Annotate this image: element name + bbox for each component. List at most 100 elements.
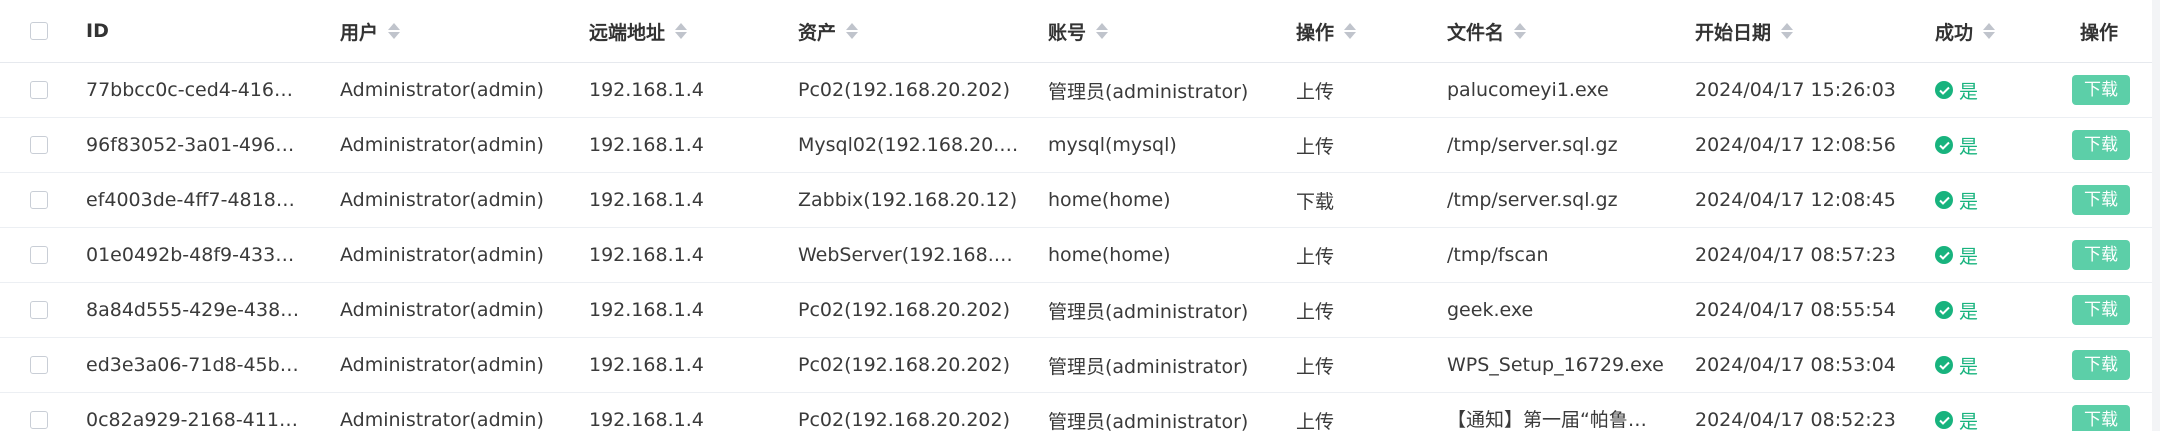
cell-actions: 下载 [2072,118,2130,172]
check-circle-icon [1935,356,1953,374]
file-name: /tmp/server.sql.gz [1447,188,1618,211]
sort-icon[interactable] [675,23,688,39]
column-header-label: 成功 [1935,21,1974,44]
row-checkbox[interactable] [30,411,48,429]
check-circle-icon [1935,136,1953,154]
cell-remote: 192.168.1.4 [589,118,704,172]
start-date: 2024/04/17 12:08:45 [1695,189,1896,211]
row-checkbox-cell[interactable] [24,393,54,431]
cell-account: mysql(mysql) [1048,118,1177,172]
start-date: 2024/04/17 08:52:23 [1695,409,1896,431]
cell-success: 是 [1935,118,1978,172]
download-button[interactable]: 下载 [2072,405,2130,431]
success-text: 是 [1959,410,1979,431]
download-button[interactable]: 下载 [2072,240,2130,270]
cell-start-date: 2024/04/17 15:26:03 [1695,63,1896,117]
asset-name: Mysql02(192.168.20.52) [798,133,1023,156]
file-name: /tmp/fscan [1447,243,1549,266]
row-checkbox-cell[interactable] [24,63,54,117]
start-date: 2024/04/17 12:08:56 [1695,134,1896,156]
vertical-scrollbar[interactable] [2152,0,2160,431]
row-checkbox[interactable] [30,81,48,99]
check-circle-icon [1935,411,1953,429]
download-button[interactable]: 下载 [2072,75,2130,105]
cell-account: 管理员(administrator) [1048,63,1248,117]
user-name: Administrator(admin) [340,189,544,211]
remote-address: 192.168.1.4 [589,409,704,431]
cell-user: Administrator(admin) [340,228,544,282]
remote-address: 192.168.1.4 [589,79,704,101]
sort-icon[interactable] [1514,23,1527,39]
download-button[interactable]: 下载 [2072,295,2130,325]
sort-icon[interactable] [1983,23,1996,39]
user-name: Administrator(admin) [340,299,544,321]
check-circle-icon [1935,191,1953,209]
cell-asset: WebServer(192.168.2… [798,228,1023,282]
column-header-label: 资产 [798,21,837,44]
remote-address: 192.168.1.4 [589,244,704,266]
row-checkbox[interactable] [30,356,48,374]
row-checkbox-cell[interactable] [24,283,54,337]
column-header-asset[interactable]: 资产 [798,0,859,62]
cell-account: home(home) [1048,228,1171,282]
row-checkbox-cell[interactable] [24,173,54,227]
cell-start-date: 2024/04/17 08:53:04 [1695,338,1896,392]
session-id: ef4003de-4ff7-4818-b… [86,188,301,211]
session-id: 96f83052-3a01-4965-… [86,133,301,156]
success-text: 是 [1959,355,1979,378]
column-header-remote[interactable]: 远端地址 [589,0,688,62]
success-text: 是 [1959,300,1979,323]
column-header-success[interactable]: 成功 [1935,0,1996,62]
cell-filename: 【通知】第一届“帕鲁… [1447,393,1672,431]
row-checkbox-cell[interactable] [24,118,54,172]
row-checkbox[interactable] [30,246,48,264]
cell-success: 是 [1935,63,1978,117]
table-row: ef4003de-4ff7-4818-b… Administrator(admi… [0,173,2160,228]
sort-icon[interactable] [1781,23,1794,39]
column-header-operation[interactable]: 操作 [1296,0,1357,62]
cell-account: 管理员(administrator) [1048,393,1248,431]
download-button[interactable]: 下载 [2072,350,2130,380]
cell-actions: 下载 [2072,173,2130,227]
cell-filename: /tmp/server.sql.gz [1447,118,1672,172]
session-id: 0c82a929-2168-411e-… [86,408,301,431]
cell-asset: Mysql02(192.168.20.52) [798,118,1023,172]
cell-id: 77bbcc0c-ced4-416c-… [86,63,301,117]
row-checkbox[interactable] [30,136,48,154]
select-all-checkbox[interactable] [30,22,48,40]
row-checkbox[interactable] [30,301,48,319]
download-button[interactable]: 下载 [2072,185,2130,215]
column-header-account[interactable]: 账号 [1048,0,1109,62]
asset-name: Zabbix(192.168.20.12) [798,188,1018,211]
download-button[interactable]: 下载 [2072,130,2130,160]
cell-account: 管理员(administrator) [1048,283,1248,337]
column-header-user[interactable]: 用户 [340,0,401,62]
check-circle-icon [1935,81,1953,99]
row-checkbox-cell[interactable] [24,338,54,392]
sort-icon[interactable] [1344,23,1357,39]
start-date: 2024/04/17 08:57:23 [1695,244,1896,266]
cell-start-date: 2024/04/17 08:55:54 [1695,283,1896,337]
sort-icon[interactable] [388,23,401,39]
select-all-checkbox-cell[interactable] [24,0,54,62]
operation-type: 上传 [1296,355,1335,378]
column-header-filename[interactable]: 文件名 [1447,0,1527,62]
cell-success: 是 [1935,393,1978,431]
row-checkbox-cell[interactable] [24,228,54,282]
operation-type: 下载 [1296,190,1335,213]
cell-start-date: 2024/04/17 08:57:23 [1695,228,1896,282]
sort-icon[interactable] [846,23,859,39]
cell-id: 8a84d555-429e-438f-… [86,283,301,337]
cell-user: Administrator(admin) [340,283,544,337]
cell-operation: 下载 [1296,173,1334,227]
file-name: /tmp/server.sql.gz [1447,133,1618,156]
account-name: 管理员(administrator) [1048,410,1249,431]
cell-filename: palucomeyi1.exe [1447,63,1672,117]
cell-success: 是 [1935,283,1978,337]
check-circle-icon [1935,301,1953,319]
column-header-start-date[interactable]: 开始日期 [1695,0,1794,62]
cell-operation: 上传 [1296,228,1334,282]
sort-icon[interactable] [1096,23,1109,39]
row-checkbox[interactable] [30,191,48,209]
operation-type: 上传 [1296,135,1335,158]
